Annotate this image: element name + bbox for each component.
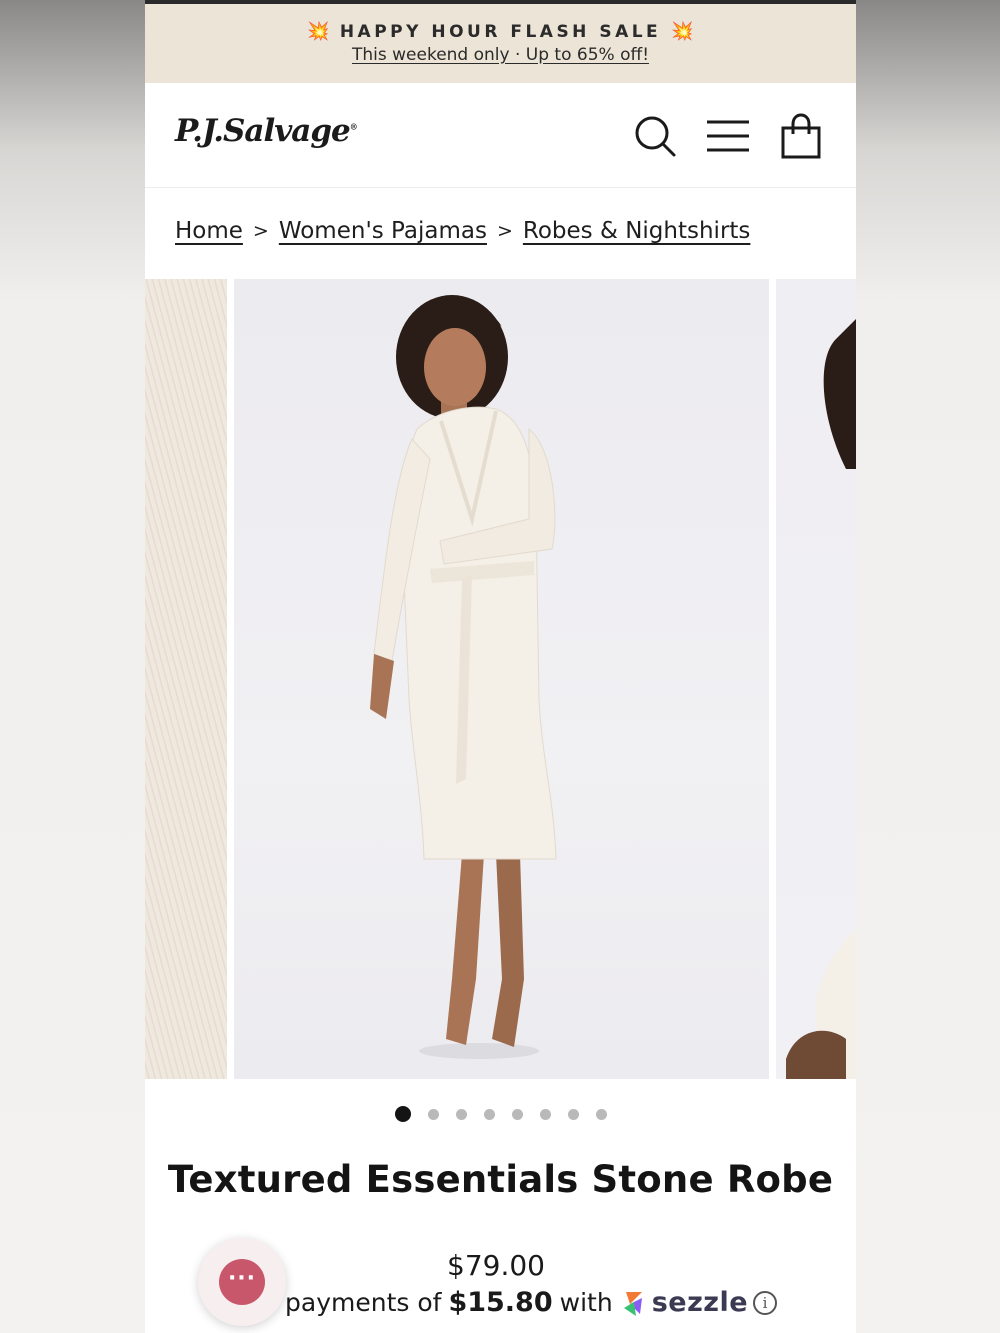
breadcrumb-separator: > bbox=[496, 220, 513, 242]
product-photo bbox=[370, 295, 557, 1059]
chat-label: ··· bbox=[227, 1265, 257, 1291]
gallery-dot[interactable] bbox=[539, 1108, 551, 1120]
announcement-link[interactable]: This weekend only · Up to 65% off! bbox=[352, 45, 649, 65]
announcement-title-row: 💥 HAPPY HOUR FLASH SALE 💥 bbox=[145, 21, 856, 42]
next-photo bbox=[786, 319, 856, 1079]
search-icon[interactable] bbox=[632, 113, 678, 159]
breadcrumb-womens-pajamas[interactable]: Women's Pajamas bbox=[279, 218, 487, 244]
installment-amount: $15.80 bbox=[448, 1287, 553, 1318]
breadcrumb-home[interactable]: Home bbox=[175, 218, 243, 244]
gallery-dot[interactable] bbox=[455, 1108, 467, 1120]
registered-mark: ® bbox=[349, 121, 358, 132]
logo-text: P.J.Salvage bbox=[175, 113, 351, 149]
gallery-dot[interactable] bbox=[394, 1106, 411, 1122]
shopping-bag-icon[interactable] bbox=[778, 113, 824, 159]
gallery-slide-previous[interactable] bbox=[145, 279, 227, 1079]
gallery-slide-main[interactable] bbox=[234, 279, 769, 1079]
installment-prefix: payments of bbox=[285, 1288, 442, 1317]
breadcrumb-separator: > bbox=[252, 220, 269, 242]
menu-icon[interactable] bbox=[705, 113, 751, 159]
gallery-pagination bbox=[145, 1104, 856, 1124]
breadcrumb-robes-nightshirts[interactable]: Robes & Nightshirts bbox=[523, 218, 751, 244]
sezzle-logo-icon bbox=[623, 1291, 642, 1316]
announcement-title: HAPPY HOUR FLASH SALE bbox=[339, 21, 662, 42]
burst-icon: 💥 bbox=[671, 21, 694, 42]
announcement-bar[interactable]: 💥 HAPPY HOUR FLASH SALE 💥 This weekend o… bbox=[145, 4, 856, 83]
site-header: P.J.Salvage® bbox=[145, 83, 856, 188]
product-page: 💥 HAPPY HOUR FLASH SALE 💥 This weekend o… bbox=[145, 0, 856, 1333]
chat-button[interactable]: ··· bbox=[198, 1238, 286, 1326]
info-icon[interactable]: i bbox=[753, 1290, 778, 1315]
installment-with: with bbox=[559, 1288, 613, 1317]
gallery-dot[interactable] bbox=[511, 1108, 523, 1120]
installment-info[interactable]: payments of $15.80 with sezzle i bbox=[285, 1287, 778, 1318]
brand-logo[interactable]: P.J.Salvage® bbox=[175, 113, 358, 149]
gallery-dot[interactable] bbox=[595, 1108, 607, 1120]
sezzle-wordmark: sezzle bbox=[651, 1287, 749, 1318]
chat-bubble-icon: ··· bbox=[219, 1259, 265, 1305]
breadcrumb: Home > Women's Pajamas > Robes & Nightsh… bbox=[175, 218, 750, 244]
gallery-dot[interactable] bbox=[427, 1108, 439, 1120]
burst-icon: 💥 bbox=[307, 21, 330, 42]
product-title: Textured Essentials Stone Robe bbox=[167, 1158, 834, 1201]
gallery-dot[interactable] bbox=[567, 1108, 579, 1120]
product-gallery[interactable] bbox=[145, 279, 856, 1079]
gallery-slide-next[interactable] bbox=[776, 279, 856, 1079]
gallery-dot[interactable] bbox=[483, 1108, 495, 1120]
